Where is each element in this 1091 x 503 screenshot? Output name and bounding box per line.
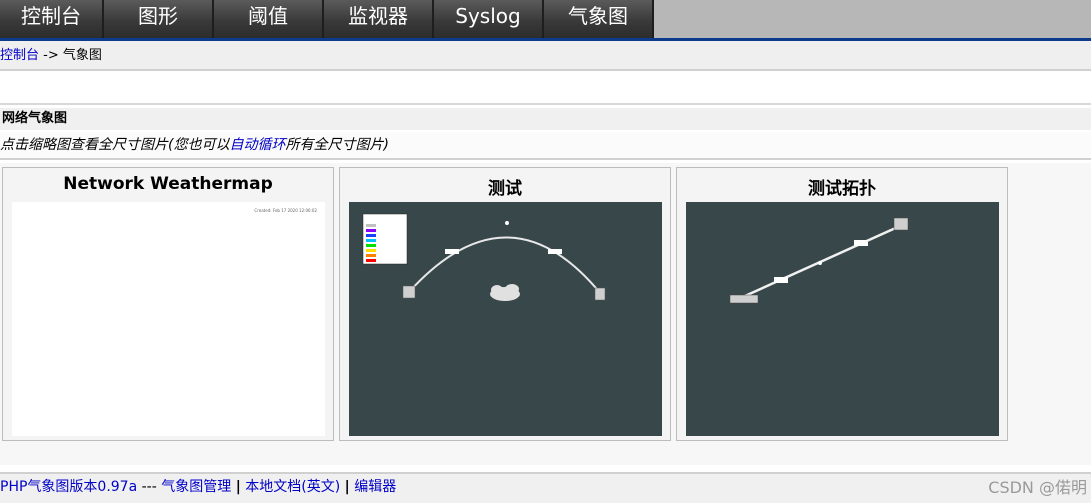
breadcrumb: 控制台 -> 气象图 xyxy=(0,41,1091,71)
legend-swatch xyxy=(366,249,376,252)
link-midpoint xyxy=(505,221,509,225)
legend-swatch xyxy=(366,224,376,227)
legend-swatch xyxy=(366,254,376,257)
legend-swatch xyxy=(366,244,376,247)
map-node xyxy=(402,285,416,299)
map-thumbnail-image xyxy=(729,217,909,304)
map-card-network-weathermap[interactable]: Network Weathermap Created: Feb 17 2020 … xyxy=(2,167,334,441)
map-thumbnail-image xyxy=(362,213,606,301)
tab-weathermap[interactable]: 气象图 xyxy=(544,0,654,38)
legend-swatch xyxy=(366,229,376,232)
top-tab-bar: 控制台 图形 阈值 监视器 Syslog 气象图 xyxy=(0,0,1091,41)
map-thumbnail[interactable] xyxy=(686,202,999,436)
breadcrumb-separator: -> xyxy=(43,48,59,63)
footer: PHP气象图版本0.97a --- 气象图管理 | 本地文档(英文) | 编辑器 xyxy=(0,472,1091,503)
link-midpoint xyxy=(818,261,822,265)
spacer xyxy=(0,71,1091,105)
map-title: 测试 xyxy=(488,179,522,199)
legend-swatch xyxy=(366,234,376,237)
map-thumbnail[interactable]: Created: Feb 17 2020 12:06:02 xyxy=(12,202,325,436)
breadcrumb-current: 气象图 xyxy=(62,48,102,63)
tab-graphs[interactable]: 图形 xyxy=(104,0,214,38)
map-created-caption: Created: Feb 17 2020 12:06:02 xyxy=(254,208,317,213)
version-link[interactable]: PHP气象图版本0.97a xyxy=(0,479,137,495)
map-node xyxy=(594,287,606,301)
footer-divider: | xyxy=(344,479,350,495)
legend-swatch xyxy=(366,259,376,262)
local-docs-link[interactable]: 本地文档(英文) xyxy=(245,479,340,495)
hint-prefix: 点击缩略图查看全尺寸图片(您也可以 xyxy=(0,137,230,153)
footer-sep: --- xyxy=(141,479,157,495)
tab-monitor[interactable]: 监视器 xyxy=(324,0,434,38)
breadcrumb-home-link[interactable]: 控制台 xyxy=(0,48,39,63)
map-card-test-topology[interactable]: 测试拓扑 xyxy=(676,167,1008,441)
map-card-test[interactable]: 测试 xyxy=(339,167,671,441)
map-node xyxy=(893,217,909,231)
section-hint: 点击缩略图查看全尺寸图片(您也可以自动循环所有全尺寸图片) xyxy=(0,132,1091,160)
map-node xyxy=(729,294,759,304)
cloud-node-part xyxy=(491,285,503,295)
map-link xyxy=(408,236,602,295)
editor-link[interactable]: 编辑器 xyxy=(354,479,396,495)
map-thumbnail[interactable] xyxy=(349,202,662,436)
legend-swatch xyxy=(366,239,376,242)
map-thumbnails: Network Weathermap Created: Feb 17 2020 … xyxy=(0,163,1091,465)
map-title: 测试拓扑 xyxy=(808,179,876,199)
tab-thresholds[interactable]: 阈值 xyxy=(214,0,324,38)
map-title: Network Weathermap xyxy=(63,174,273,194)
map-thumbnail-image: Created: Feb 17 2020 12:06:02 xyxy=(254,208,317,213)
cloud-node-part xyxy=(505,284,519,294)
link-label-box xyxy=(548,249,562,254)
map-management-link[interactable]: 气象图管理 xyxy=(161,479,231,495)
tab-console[interactable]: 控制台 xyxy=(0,0,104,38)
link-label-box xyxy=(774,277,788,283)
link-label-box xyxy=(445,249,459,254)
section-title: 网络气象图 xyxy=(0,108,1091,130)
link-label-box xyxy=(854,240,868,246)
tab-syslog[interactable]: Syslog xyxy=(434,0,544,38)
auto-cycle-link[interactable]: 自动循环 xyxy=(229,137,285,153)
footer-divider: | xyxy=(235,479,241,495)
watermark: CSDN @偌明 xyxy=(988,478,1087,497)
hint-suffix: 所有全尺寸图片) xyxy=(285,137,389,153)
